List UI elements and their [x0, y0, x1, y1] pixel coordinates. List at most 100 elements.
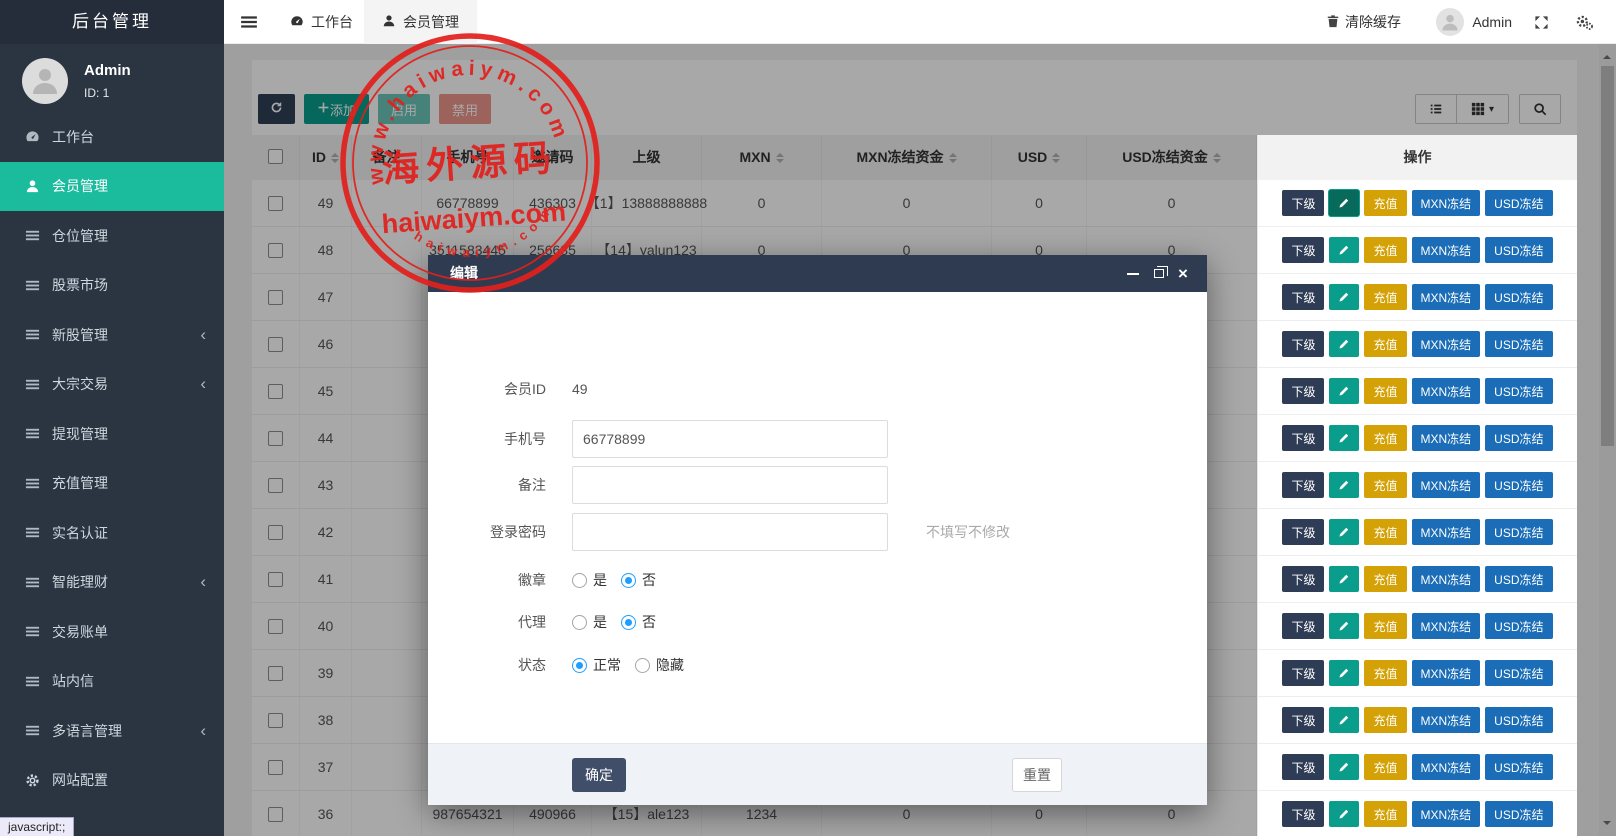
- navbar-username[interactable]: Admin: [1472, 0, 1512, 44]
- sidebar-item-4[interactable]: 新股管理 ‹: [0, 310, 224, 360]
- action-button-MXN冻结[interactable]: MXN冻结: [1411, 707, 1481, 733]
- action-button-USD冻结[interactable]: USD冻结: [1485, 237, 1553, 263]
- radio-option[interactable]: [621, 615, 636, 630]
- navbar-avatar[interactable]: [1436, 8, 1464, 36]
- edit-pencil-button[interactable]: [1329, 284, 1360, 310]
- sidebar-item-6[interactable]: 提现管理: [0, 409, 224, 459]
- radio-option[interactable]: [635, 658, 650, 673]
- action-button-USD冻结[interactable]: USD冻结: [1485, 472, 1553, 498]
- edit-pencil-button[interactable]: [1329, 378, 1360, 404]
- action-button-下级[interactable]: 下级: [1282, 613, 1325, 639]
- restore-icon[interactable]: [1149, 255, 1169, 292]
- sidebar-item-13[interactable]: 网站配置: [0, 756, 224, 806]
- action-button-USD冻结[interactable]: USD冻结: [1485, 519, 1553, 545]
- action-button-充值[interactable]: 充值: [1364, 378, 1407, 404]
- minimize-icon[interactable]: [1123, 255, 1143, 292]
- action-button-下级[interactable]: 下级: [1282, 566, 1325, 592]
- action-button-充值[interactable]: 充值: [1364, 331, 1407, 357]
- action-button-USD冻结[interactable]: USD冻结: [1485, 707, 1553, 733]
- action-button-MXN冻结[interactable]: MXN冻结: [1411, 801, 1481, 827]
- edit-pencil-button[interactable]: [1329, 707, 1360, 733]
- action-button-充值[interactable]: 充值: [1364, 519, 1407, 545]
- action-button-充值[interactable]: 充值: [1364, 190, 1407, 216]
- field-input-3[interactable]: [572, 513, 888, 551]
- sidebar-item-2[interactable]: 仓位管理: [0, 211, 224, 261]
- action-button-USD冻结[interactable]: USD冻结: [1485, 613, 1553, 639]
- field-input-2[interactable]: [572, 466, 888, 504]
- action-button-USD冻结[interactable]: USD冻结: [1485, 801, 1553, 827]
- action-button-MXN冻结[interactable]: MXN冻结: [1411, 284, 1481, 310]
- sidebar-item-10[interactable]: 交易账单: [0, 607, 224, 657]
- action-button-MXN冻结[interactable]: MXN冻结: [1411, 237, 1481, 263]
- sidebar-item-9[interactable]: 智能理财 ‹: [0, 558, 224, 608]
- settings-gears-icon[interactable]: [1576, 0, 1598, 44]
- action-button-MXN冻结[interactable]: MXN冻结: [1411, 566, 1481, 592]
- edit-pencil-button[interactable]: [1329, 519, 1360, 545]
- action-button-充值[interactable]: 充值: [1364, 566, 1407, 592]
- action-button-USD冻结[interactable]: USD冻结: [1485, 190, 1553, 216]
- confirm-button[interactable]: 确定: [572, 758, 626, 792]
- tab-1[interactable]: 会员管理: [364, 0, 477, 44]
- hamburger-icon[interactable]: [240, 13, 258, 31]
- action-button-充值[interactable]: 充值: [1364, 425, 1407, 451]
- action-button-下级[interactable]: 下级: [1282, 331, 1325, 357]
- radio-option[interactable]: [572, 658, 587, 673]
- action-button-USD冻结[interactable]: USD冻结: [1485, 660, 1553, 686]
- sidebar-item-12[interactable]: 多语言管理 ‹: [0, 706, 224, 756]
- action-button-下级[interactable]: 下级: [1282, 801, 1325, 827]
- action-button-USD冻结[interactable]: USD冻结: [1485, 378, 1553, 404]
- action-button-下级[interactable]: 下级: [1282, 707, 1325, 733]
- action-button-下级[interactable]: 下级: [1282, 190, 1325, 216]
- action-button-充值[interactable]: 充值: [1364, 707, 1407, 733]
- action-button-下级[interactable]: 下级: [1282, 378, 1325, 404]
- radio-option[interactable]: [572, 615, 587, 630]
- edit-pencil-button[interactable]: [1329, 425, 1360, 451]
- edit-pencil-button[interactable]: [1329, 190, 1360, 216]
- edit-pencil-button[interactable]: [1329, 613, 1360, 639]
- radio-option[interactable]: [621, 573, 636, 588]
- action-button-MXN冻结[interactable]: MXN冻结: [1411, 660, 1481, 686]
- action-button-充值[interactable]: 充值: [1364, 237, 1407, 263]
- sidebar-item-3[interactable]: 股票市场: [0, 261, 224, 311]
- action-button-充值[interactable]: 充值: [1364, 660, 1407, 686]
- field-input-1[interactable]: [572, 420, 888, 458]
- sidebar-item-7[interactable]: 充值管理: [0, 459, 224, 509]
- action-button-USD冻结[interactable]: USD冻结: [1485, 425, 1553, 451]
- reset-button[interactable]: 重置: [1012, 758, 1062, 792]
- action-button-USD冻结[interactable]: USD冻结: [1485, 566, 1553, 592]
- action-button-充值[interactable]: 充值: [1364, 284, 1407, 310]
- action-button-下级[interactable]: 下级: [1282, 425, 1325, 451]
- edit-pencil-button[interactable]: [1329, 472, 1360, 498]
- action-button-MXN冻结[interactable]: MXN冻结: [1411, 613, 1481, 639]
- sidebar-item-11[interactable]: 站内信: [0, 657, 224, 707]
- action-button-充值[interactable]: 充值: [1364, 613, 1407, 639]
- radio-option[interactable]: [572, 573, 587, 588]
- action-button-下级[interactable]: 下级: [1282, 660, 1325, 686]
- action-button-MXN冻结[interactable]: MXN冻结: [1411, 378, 1481, 404]
- action-button-MXN冻结[interactable]: MXN冻结: [1411, 472, 1481, 498]
- action-button-USD冻结[interactable]: USD冻结: [1485, 331, 1553, 357]
- action-button-下级[interactable]: 下级: [1282, 519, 1325, 545]
- action-button-MXN冻结[interactable]: MXN冻结: [1411, 425, 1481, 451]
- action-button-MXN冻结[interactable]: MXN冻结: [1411, 754, 1481, 780]
- action-button-充值[interactable]: 充值: [1364, 472, 1407, 498]
- action-button-充值[interactable]: 充值: [1364, 801, 1407, 827]
- edit-pencil-button[interactable]: [1329, 566, 1360, 592]
- sidebar-item-8[interactable]: 实名认证: [0, 508, 224, 558]
- action-button-MXN冻结[interactable]: MXN冻结: [1411, 190, 1481, 216]
- fullscreen-icon[interactable]: [1534, 0, 1554, 44]
- edit-pencil-button[interactable]: [1329, 237, 1360, 263]
- edit-pencil-button[interactable]: [1329, 331, 1360, 357]
- action-button-充值[interactable]: 充值: [1364, 754, 1407, 780]
- edit-pencil-button[interactable]: [1329, 801, 1360, 827]
- action-button-下级[interactable]: 下级: [1282, 472, 1325, 498]
- action-button-USD冻结[interactable]: USD冻结: [1485, 754, 1553, 780]
- action-button-下级[interactable]: 下级: [1282, 754, 1325, 780]
- sidebar-item-1[interactable]: 会员管理: [0, 161, 224, 211]
- action-button-MXN冻结[interactable]: MXN冻结: [1411, 331, 1481, 357]
- clear-cache-button[interactable]: 清除缓存: [1326, 0, 1401, 44]
- tab-0[interactable]: 工作台: [272, 0, 371, 44]
- action-button-下级[interactable]: 下级: [1282, 237, 1325, 263]
- edit-pencil-button[interactable]: [1329, 660, 1360, 686]
- sidebar-item-5[interactable]: 大宗交易 ‹: [0, 360, 224, 410]
